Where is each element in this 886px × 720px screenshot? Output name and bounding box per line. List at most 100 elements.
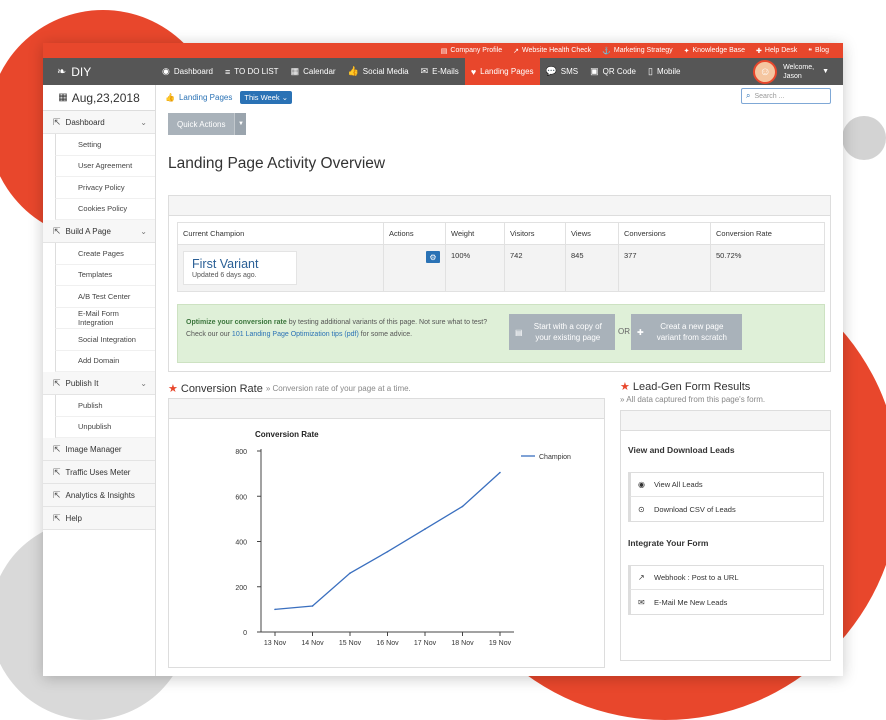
date-text: Aug,23,2018 — [71, 90, 140, 105]
top-link-blog[interactable]: ❝ Blog — [808, 47, 829, 55]
top-link-company-profile[interactable]: ▤ Company Profile — [441, 47, 502, 55]
envelope-icon: ✉ — [420, 66, 429, 76]
sidebar-subitem-add-domain[interactable]: Add Domain — [55, 350, 155, 372]
nav-item-social-media[interactable]: 👍 Social Media — [342, 58, 415, 85]
leadgen-item-label: E-Mail Me New Leads — [654, 597, 728, 607]
leadgen-item-webhook-post-to-a-url[interactable]: ↗ Webhook : Post to a URL — [629, 566, 823, 590]
sidebar-item-publish-it[interactable]: ⇱ Publish It ⌄ — [43, 372, 155, 395]
y-tick-label: 600 — [235, 494, 247, 501]
chevron-down-icon[interactable]: ⌄ — [140, 227, 147, 236]
nav-item-label: Dashboard — [173, 67, 213, 76]
top-link-website-health-check[interactable]: ↗ Website Health Check — [513, 47, 591, 55]
chevron-down-icon[interactable]: ⌄ — [140, 118, 147, 127]
nav-item-label: E-Mails — [432, 67, 459, 76]
mobile-icon: ▯ — [647, 66, 653, 76]
sidebar-item-dashboard[interactable]: ⇱ Dashboard ⌄ — [43, 111, 155, 134]
search-input[interactable]: ⌕ Search ... — [741, 88, 831, 104]
champion-name[interactable]: First Variant — [192, 257, 288, 271]
sidebar-subitem-cookies-policy[interactable]: Cookies Policy — [55, 198, 155, 220]
leadgen-title: Lead-Gen Form Results — [632, 380, 751, 393]
lightbulb-icon: ✦ — [683, 47, 690, 55]
brand-name: DIY — [71, 64, 92, 79]
tip-text: Optimize your conversion rate by testing… — [186, 317, 506, 341]
nav-item-dashboard[interactable]: ◉ Dashboard — [156, 58, 219, 85]
thumbs-up-icon: 👍 — [347, 66, 359, 76]
copy-existing-label: Start with a copy of your existing page — [533, 322, 602, 342]
y-tick-label: 0 — [243, 630, 247, 637]
y-tick-label: 800 — [235, 449, 247, 456]
conversion-rate-subtitle: » Conversion rate of your page at a time… — [265, 384, 411, 393]
leadgen-item-view-all-leads[interactable]: ◉ View All Leads — [629, 473, 823, 497]
sidebar-item-image-manager[interactable]: ⇱ Image Manager — [43, 438, 155, 461]
y-tick-label: 200 — [235, 585, 247, 592]
breadcrumb-landing-pages[interactable]: 👍 Landing Pages — [165, 93, 232, 102]
week-filter-dropdown[interactable]: This Week ⌄ — [240, 90, 293, 104]
top-link-marketing-strategy[interactable]: ⚓ Marketing Strategy — [602, 47, 672, 55]
sidebar-item-help[interactable]: ⇱ Help — [43, 507, 155, 530]
sidebar-subitem-templates[interactable]: Templates — [55, 264, 155, 286]
data-point — [274, 608, 276, 611]
sidebar: ▦ Aug,23,2018 ⇱ Dashboard ⌄ Setting User Agr… — [43, 85, 156, 676]
file-icon: ▤ — [515, 327, 523, 337]
th-current-champion: Current Champion — [177, 222, 384, 245]
top-link-knowledge-base[interactable]: ✦ Knowledge Base — [684, 47, 745, 55]
sidebar-subitem-social-integration[interactable]: Social Integration — [55, 329, 155, 351]
leadgen-item-label: View All Leads — [654, 480, 703, 489]
quick-actions-dropdown-toggle[interactable]: ▼ — [234, 113, 247, 135]
gear-icon[interactable]: ⚙ — [426, 251, 440, 263]
sidebar-subitem-user-agreement[interactable]: User Agreement — [55, 155, 155, 177]
top-link-help-desk[interactable]: ✚ Help Desk — [756, 47, 797, 55]
champion-card[interactable]: First Variant Updated 6 days ago. — [183, 251, 297, 285]
lifebuoy-icon: ✚ — [756, 47, 762, 55]
sidebar-item-analytics-insights[interactable]: ⇱ Analytics & Insights — [43, 484, 155, 507]
integrate-form-heading: Integrate Your Form — [628, 538, 709, 548]
copy-existing-page-button[interactable]: ▤ Start with a copy of your existing pag… — [509, 314, 615, 350]
user-menu[interactable]: ☺ Welcome, Jason ▼ — [753, 58, 829, 85]
data-point — [499, 471, 501, 474]
sidebar-item-label: Analytics & Insights — [65, 490, 135, 500]
tips-pdf-link[interactable]: 101 Landing Page Optimization tips (pdf) — [232, 331, 359, 338]
cell-conversions: 377 — [618, 244, 711, 292]
view-leads-list: ◉ View All Leads ⊙ Download CSV of Leads — [628, 472, 824, 522]
brand-logo[interactable]: ❧ DIY — [43, 58, 156, 85]
nav-item-calendar[interactable]: ▦ Calendar — [285, 58, 342, 85]
chevron-down-icon[interactable]: ⌄ — [140, 379, 147, 388]
sidebar-subitem-a-b-test-center[interactable]: A/B Test Center — [55, 286, 155, 308]
sidebar-subitem-setting[interactable]: Setting — [55, 134, 155, 156]
avatar[interactable]: ☺ — [753, 59, 778, 84]
sidebar-item-build-a-page[interactable]: ⇱ Build A Page ⌄ — [43, 220, 155, 243]
sidebar-subitem-privacy-policy[interactable]: Privacy Policy — [55, 177, 155, 199]
heart-icon: ♥ — [470, 66, 477, 77]
nav-item-label: Calendar — [303, 67, 336, 76]
nav-item-e-mails[interactable]: ✉ E-Mails — [415, 58, 465, 85]
nav-item-mobile[interactable]: ▯ Mobile — [642, 58, 687, 85]
nav-item-qr-code[interactable]: ▣ QR Code — [584, 58, 642, 85]
sidebar-subitem-publish[interactable]: Publish — [55, 395, 155, 417]
leadgen-item-label: Download CSV of Leads — [654, 504, 736, 514]
external-link-icon: ⇱ — [53, 512, 61, 523]
nav-item-to-do-list[interactable]: ≡ TO DO LIST — [219, 58, 285, 85]
quick-actions-button[interactable]: Quick Actions — [168, 113, 235, 135]
cell-weight: 100% — [445, 244, 505, 292]
caret-down-icon[interactable]: ▼ — [822, 68, 829, 75]
leadgen-item-download-csv-of-leads[interactable]: ⊙ Download CSV of Leads — [629, 497, 823, 521]
external-link-icon: ⇱ — [53, 225, 61, 236]
nav-item-landing-pages[interactable]: ♥ Landing Pages — [464, 58, 540, 85]
external-link-icon: ⇱ — [53, 443, 61, 454]
external-link-icon: ⇱ — [53, 489, 61, 500]
cell-views: 845 — [565, 244, 619, 292]
cell-actions: ⚙ — [383, 244, 446, 292]
nav-item-sms[interactable]: 💬 SMS — [540, 58, 585, 85]
x-tick-label: 19 Nov — [489, 640, 512, 647]
sidebar-subitem-create-pages[interactable]: Create Pages — [55, 243, 155, 265]
file-icon: ▤ — [440, 47, 448, 55]
new-page-button[interactable]: ✚ Creat a new page variant from scratch — [631, 314, 742, 350]
sidebar-subitem-unpublish[interactable]: Unpublish — [55, 416, 155, 438]
leadgen-item-e-mail-me-new-leads[interactable]: ✉ E-Mail Me New Leads — [629, 590, 823, 614]
x-tick-label: 16 Nov — [376, 640, 399, 647]
sidebar-item-label: Image Manager — [65, 444, 122, 454]
nav-item-label: TO DO LIST — [234, 67, 279, 76]
sidebar-item-traffic-uses-meter[interactable]: ⇱ Traffic Uses Meter — [43, 461, 155, 484]
sidebar-subitem-e-mail-form-integration[interactable]: E-Mail Form Integration — [55, 307, 155, 329]
sidebar-date: ▦ Aug,23,2018 — [43, 85, 155, 111]
